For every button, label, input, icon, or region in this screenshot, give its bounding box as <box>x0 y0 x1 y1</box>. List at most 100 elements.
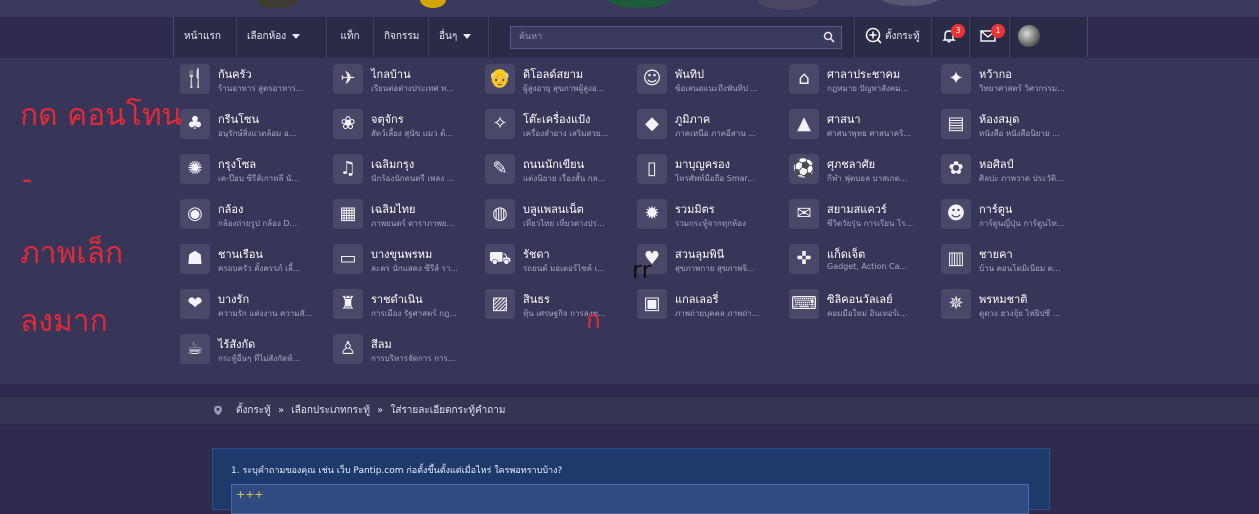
chat-bubbles-icon: ✉ <box>789 199 819 229</box>
monument-icon: ♜ <box>333 289 363 319</box>
category-item[interactable]: ♙ สีลม การบริหารจัดการ การ... <box>333 330 483 368</box>
category-item[interactable]: ♣ กรีนโซน อนุรักษ์สิ่งแวดล้อม อ... <box>180 105 330 143</box>
category-item[interactable]: ✜ แก็ดเจ็ต Gadget, Action Ca... <box>789 240 939 278</box>
main-navbar: หน้าแรก เลือกห้อง แท็ก กิจกรรม อื่นๆ ค้น… <box>173 17 1088 57</box>
nav-tag[interactable]: แท็ก <box>327 17 374 57</box>
category-description: กีฬา ฟุตบอล บาสเกต... <box>827 174 908 183</box>
category-name: บลูแพลนเน็ต <box>523 203 584 216</box>
korea-icon: ✺ <box>180 154 210 184</box>
category-item[interactable]: ☕ ไร้สังกัด กระทู้อื่นๆ ที่ไม่สังกัดห้... <box>180 330 330 368</box>
category-name: แกลเลอรี่ <box>675 293 719 306</box>
nav-more[interactable]: อื่นๆ <box>429 17 489 57</box>
category-description: ร้านอาหาร สูตรอาหาร... <box>218 84 304 93</box>
category-name: ซิลิคอนวัลเลย์ <box>827 293 893 306</box>
avatar-button[interactable] <box>1010 17 1050 57</box>
family-icon: ☗ <box>180 244 210 274</box>
annotation-text: ภาพเล็ก <box>20 236 124 271</box>
category-item[interactable]: ⛟ รัชดา รถยนต์ มอเตอร์ไซค์ เ... <box>485 240 635 278</box>
category-item[interactable]: ☺ พันทิป ข้อเสนอแนะถึงพันทิป ... <box>637 60 787 98</box>
category-item[interactable]: ▲ ศาสนา ศาสนาพุทธ ศาสนาคริ... <box>789 105 939 143</box>
breadcrumb: ตั้งกระทู้ » เลือกประเภทกระทู้ » ใส่รายล… <box>0 396 1259 425</box>
category-item[interactable]: ◍ บลูแพลนเน็ต เที่ยวไทย เที่ยวต่างปร... <box>485 195 635 233</box>
nav-home[interactable]: หน้าแรก <box>174 17 237 57</box>
annotation-text: ก <box>586 306 601 334</box>
category-item[interactable]: ⚽ ศุภชลาศัย กีฬา ฟุตบอล บาสเกต... <box>789 150 939 188</box>
banner-decoration <box>758 0 818 10</box>
category-description: ภาพยนตร์ ดาราภาพย... <box>371 219 455 228</box>
plus-circle-icon <box>865 27 882 44</box>
category-name: หอศิลป์ <box>979 158 1014 171</box>
create-topic-button[interactable]: ตั้งกระทู้ <box>854 17 932 57</box>
category-mega-menu: 🍴 กันครัว ร้านอาหาร สูตรอาหาร... ✈ ไกลบ้าน เร… <box>0 58 1259 384</box>
category-description: ข้อเสนอแนะถึงพันทิป ... <box>675 84 759 93</box>
category-item[interactable]: ▭ บางขุนพรหม ละคร นักแสดง ซีรีส์ รา... <box>333 240 483 278</box>
category-description: โทรศัพท์มือถือ Smar... <box>675 174 755 183</box>
category-description: การเมือง รัฐศาสตร์ กฎ... <box>371 309 457 318</box>
question-label: 1. ระบุคำถามของคุณ เช่น เว็บ Pantip.com … <box>231 466 563 476</box>
nav-choose-room-label: เลือกห้อง <box>247 31 287 42</box>
category-item[interactable]: 👴 ดิโอลด์สยาม ผู้สูงอายุ สุขภาพผู้สูงอ... <box>485 60 635 98</box>
category-item[interactable]: ✵ พรหมชาติ ดูดวง ฮวงจุ้ย ไพ่ยิปซี ... <box>941 285 1091 323</box>
category-item[interactable]: ♥ สวนลุมพินี สุขภาพกาย สุขภาพจิ... <box>637 240 787 278</box>
category-item[interactable]: ✿ หอศิลป์ ศิลปะ ภาพวาด ประวัติ... <box>941 150 1091 188</box>
category-description: การบริหารจัดการ การ... <box>371 354 456 363</box>
breadcrumb-separator: » <box>277 405 285 416</box>
nav-activity[interactable]: กิจกรรม <box>374 17 429 57</box>
category-description: ดูดวง ฮวงจุ้ย ไพ่ยิปซี ... <box>979 309 1061 318</box>
category-description: ศิลปะ ภาพวาด ประวัติ... <box>979 174 1064 183</box>
notifications-button[interactable]: 3 <box>932 17 970 57</box>
building-icon: ▥ <box>941 244 971 274</box>
thailand-map-icon: ◆ <box>637 109 667 139</box>
category-item[interactable]: ▯ มาบุญครอง โทรศัพท์มือถือ Smar... <box>637 150 787 188</box>
breadcrumb-step-type[interactable]: เลือกประเภทกระทู้ <box>291 405 370 416</box>
annotation-text: rr <box>632 256 652 284</box>
category-item[interactable]: ▦ เฉลิมไทย ภาพยนตร์ ดาราภาพย... <box>333 195 483 233</box>
globe-plane-icon: ✈ <box>333 64 363 94</box>
category-item[interactable]: ✦ หว้ากอ วิทยาศาสตร์ วิศวกรรม... <box>941 60 1091 98</box>
category-description: เค-ป๊อบ ซีรีส์เกาหลี นั... <box>218 174 299 183</box>
coffee-cup-icon: ☕ <box>180 334 210 364</box>
category-item[interactable]: 🍴 กันครัว ร้านอาหาร สูตรอาหาร... <box>180 60 330 98</box>
category-item[interactable]: ⌨ ซิลิคอนวัลเลย์ คอมมือใหม่ อินเทอร์เ... <box>789 285 939 323</box>
category-item[interactable]: ▨ สินธร หุ้น เศรษฐกิจ การลงทุ... <box>485 285 635 323</box>
category-item[interactable]: ☻ การ์ตูน การ์ตูนญี่ปุ่น การ์ตูนไท... <box>941 195 1091 233</box>
category-item[interactable]: ✧ โต๊ะเครื่องแป้ง เครื่องสำอาง เสริมสวย... <box>485 105 635 143</box>
search-icon[interactable] <box>823 31 835 43</box>
category-name: หว้ากอ <box>979 68 1012 81</box>
category-item[interactable]: ⌂ ศาลาประชาคม กฎหมาย ปัญหาสังคม... <box>789 60 939 98</box>
chevron-down-icon <box>292 33 301 39</box>
category-item[interactable]: ◆ ภูมิภาค ภาคเหนือ ภาคอีสาน ... <box>637 105 787 143</box>
nav-choose-room[interactable]: เลือกห้อง <box>237 17 327 57</box>
category-name: ศุภชลาศัย <box>827 158 876 171</box>
category-description: บ้าน คอนโดมิเนียม ต... <box>979 264 1061 273</box>
category-item[interactable]: ▥ ชายคา บ้าน คอนโดมิเนียม ต... <box>941 240 1091 278</box>
avatar <box>1018 25 1040 47</box>
messages-button[interactable]: 1 <box>970 17 1010 57</box>
search-input[interactable]: ค้นหา <box>510 26 842 49</box>
category-item[interactable]: ◉ กล้อง กล้องถ่ายรูป กล้อง D... <box>180 195 330 233</box>
category-name: มาบุญครอง <box>675 158 731 171</box>
create-topic-label: ตั้งกระทู้ <box>885 31 920 42</box>
category-description: สัตว์เลี้ยง สุนัข แมว ต้... <box>371 129 453 138</box>
category-item[interactable]: ✺ กรุงโซล เค-ป๊อบ ซีรีส์เกาหลี นั... <box>180 150 330 188</box>
question-input[interactable]: +++ <box>231 484 1029 514</box>
category-item[interactable]: ☗ ชานเรือน ครอบครัว ตั้งครรภ์ เลี้... <box>180 240 330 278</box>
annotation-text: - <box>22 162 33 197</box>
category-item[interactable]: ❀ จตุจักร สัตว์เลี้ยง สุนัข แมว ต้... <box>333 105 483 143</box>
category-item[interactable]: ✉ สยามสแควร์ ชีวิตวัยรุ่น การเรียน โร... <box>789 195 939 233</box>
category-item[interactable]: ▤ ห้องสมุด หนังสือ หนังสือนิยาย ... <box>941 105 1091 143</box>
category-description: ละคร นักแสดง ซีรีส์ รา... <box>371 264 458 273</box>
category-item[interactable]: ✎ ถนนนักเขียน แต่งนิยาย เรื่องสั้น กล... <box>485 150 635 188</box>
category-description: กระทู้อื่นๆ ที่ไม่สังกัดห้... <box>218 354 301 363</box>
category-item[interactable]: ✈ ไกลบ้าน เรียนต่อต่างประเทศ ท... <box>333 60 483 98</box>
category-item[interactable]: ✹ รวมมิตร รวมกระทู้จากทุกห้อง <box>637 195 787 233</box>
top-banner <box>0 0 1259 17</box>
banner-decoration <box>604 0 674 8</box>
category-item[interactable]: ▣ แกลเลอรี่ ภาพถ่ายบุคคล ภาพถ่า... <box>637 285 787 323</box>
map-pin-icon <box>214 405 222 416</box>
breadcrumb-step-create[interactable]: ตั้งกระทู้ <box>236 405 271 416</box>
category-item[interactable]: ♫ เฉลิมกรุง นักร้องนักดนตรี เพลง ... <box>333 150 483 188</box>
message-count-badge: 1 <box>991 24 1005 38</box>
category-item[interactable]: ♜ ราชดำเนิน การเมือง รัฐศาสตร์ กฎ... <box>333 285 483 323</box>
category-item[interactable]: ❤ บางรัก ความรัก แต่งงาน ความสั... <box>180 285 330 323</box>
